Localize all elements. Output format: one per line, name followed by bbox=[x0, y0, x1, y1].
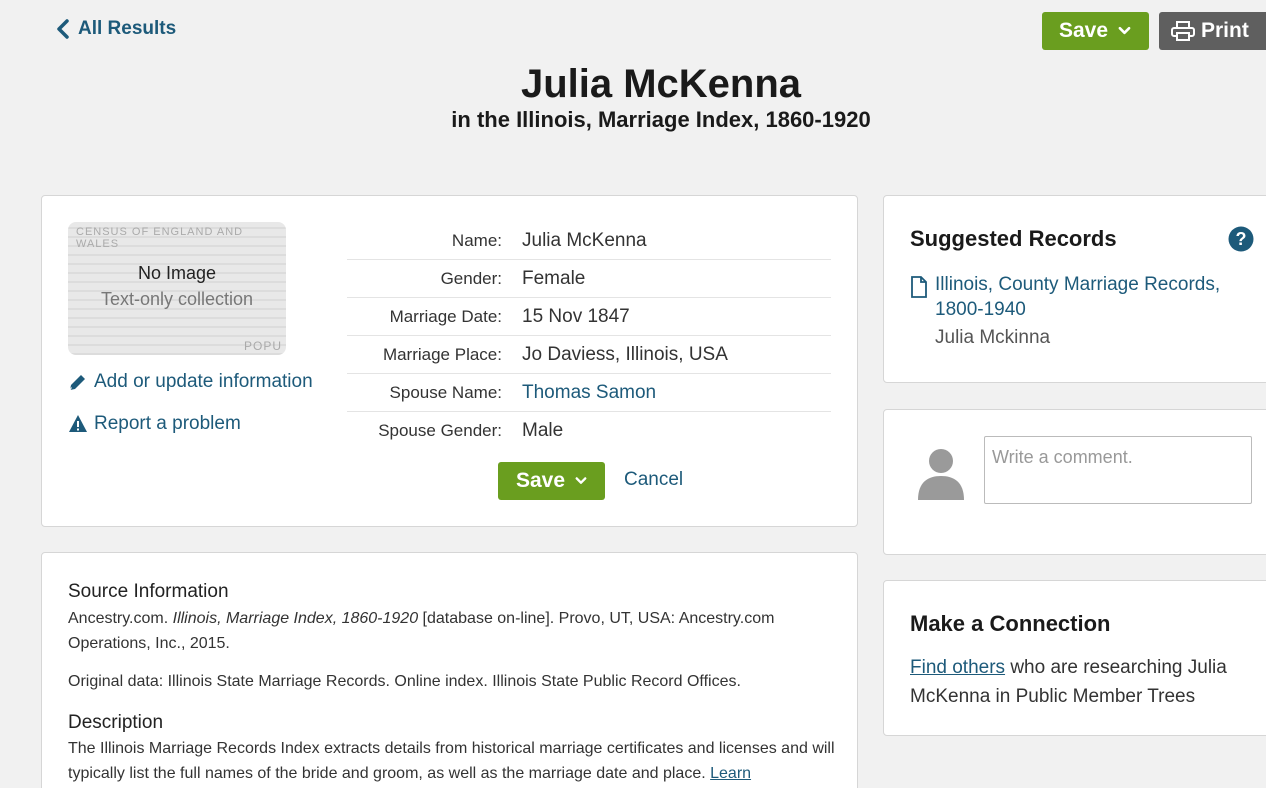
make-connection-card: Make a Connection Find others who are re… bbox=[883, 580, 1266, 736]
detail-label: Spouse Name: bbox=[389, 382, 502, 402]
citation-prefix: Ancestry.com. bbox=[68, 610, 173, 627]
detail-value: Female bbox=[522, 267, 586, 289]
description-text: The Illinois Marriage Records Index extr… bbox=[68, 736, 838, 786]
learn-more-link[interactable]: Learn bbox=[710, 765, 751, 782]
record-details: Name: Julia McKenna Gender: Female Marri… bbox=[347, 222, 831, 450]
suggested-records-title: Suggested Records bbox=[910, 226, 1117, 251]
warning-icon bbox=[69, 415, 87, 432]
detail-value: 15 Nov 1847 bbox=[522, 305, 630, 327]
image-ghost-text-bottom: POPU bbox=[243, 339, 282, 353]
image-ghost-text: CENSUS OF ENGLAND AND WALES bbox=[76, 226, 244, 250]
detail-row-spouse-gender: Spouse Gender: Male bbox=[347, 412, 831, 450]
chevron-down-icon bbox=[575, 477, 587, 484]
source-heading: Source Information bbox=[68, 581, 229, 602]
document-icon bbox=[911, 276, 927, 298]
detail-label: Marriage Place: bbox=[382, 344, 502, 364]
no-image-label: No Image bbox=[137, 263, 217, 283]
record-card: CENSUS OF ENGLAND AND WALES POPU No Imag… bbox=[41, 195, 858, 527]
source-citation: Ancestry.com. Illinois, Marriage Index, … bbox=[68, 606, 838, 656]
report-problem-label: Report a problem bbox=[94, 413, 241, 434]
detail-value: Julia McKenna bbox=[522, 229, 647, 251]
svg-text:?: ? bbox=[1236, 229, 1247, 249]
detail-row-marriage-place: Marriage Place: Jo Daviess, Illinois, US… bbox=[347, 336, 831, 374]
add-update-label: Add or update information bbox=[94, 371, 313, 392]
suggested-record-link[interactable]: Illinois, County Marriage Records, 1800-… bbox=[935, 272, 1235, 322]
record-save-button[interactable]: Save bbox=[498, 462, 605, 500]
detail-row-name: Name: Julia McKenna bbox=[347, 222, 831, 260]
detail-value: Male bbox=[522, 420, 564, 441]
page-title: Julia McKenna bbox=[520, 62, 802, 106]
detail-value: Jo Daviess, Illinois, USA bbox=[522, 343, 728, 365]
detail-label: Marriage Date: bbox=[389, 306, 502, 326]
help-icon[interactable]: ? bbox=[1228, 226, 1254, 252]
print-label: Print bbox=[1201, 19, 1249, 42]
printer-icon bbox=[1171, 21, 1195, 41]
original-data: Original data: Illinois State Marriage R… bbox=[68, 673, 741, 690]
detail-label: Gender: bbox=[440, 268, 502, 288]
print-button[interactable]: Print bbox=[1159, 12, 1266, 50]
detail-row-spouse-name: Spouse Name: Thomas Samon bbox=[347, 374, 831, 412]
save-button[interactable]: Save bbox=[1042, 12, 1149, 50]
avatar bbox=[918, 449, 964, 500]
all-results-link[interactable]: All Results bbox=[56, 18, 176, 40]
detail-label: Name: bbox=[451, 230, 502, 250]
add-update-link[interactable]: Add or update information bbox=[68, 371, 313, 393]
detail-label: Spouse Gender: bbox=[378, 421, 502, 440]
spouse-name-link[interactable]: Thomas Samon bbox=[522, 382, 656, 404]
suggested-records-card: Suggested Records ? Illinois, County Mar… bbox=[883, 195, 1266, 383]
find-others-link[interactable]: Find others bbox=[910, 657, 1005, 678]
record-save-label: Save bbox=[516, 469, 566, 492]
record-image-placeholder: CENSUS OF ENGLAND AND WALES POPU No Imag… bbox=[68, 222, 286, 355]
suggested-record-name: Julia Mckinna bbox=[935, 327, 1051, 348]
citation-title: Illinois, Marriage Index, 1860-1920 bbox=[172, 610, 419, 627]
report-problem-link[interactable]: Report a problem bbox=[68, 413, 241, 435]
all-results-label: All Results bbox=[78, 18, 177, 39]
chevron-down-icon bbox=[1118, 26, 1131, 35]
source-info-card: Source Information Ancestry.com. Illinoi… bbox=[41, 552, 858, 788]
top-actions: Save Print bbox=[1042, 12, 1266, 50]
description-heading: Description bbox=[68, 712, 164, 733]
detail-row-gender: Gender: Female bbox=[347, 260, 831, 298]
text-only-label: Text-only collection bbox=[100, 289, 254, 309]
comment-card bbox=[883, 409, 1266, 555]
pencil-icon bbox=[69, 375, 85, 391]
comment-input[interactable] bbox=[984, 436, 1252, 504]
cancel-link[interactable]: Cancel bbox=[624, 469, 683, 491]
connection-text: Find others who are researching Julia Mc… bbox=[910, 653, 1250, 711]
save-label: Save bbox=[1059, 19, 1109, 42]
detail-row-marriage-date: Marriage Date: 15 Nov 1847 bbox=[347, 298, 831, 336]
page-subtitle: in the Illinois, Marriage Index, 1860-19… bbox=[451, 107, 871, 132]
make-connection-title: Make a Connection bbox=[910, 611, 1111, 636]
chevron-left-icon bbox=[57, 19, 69, 39]
